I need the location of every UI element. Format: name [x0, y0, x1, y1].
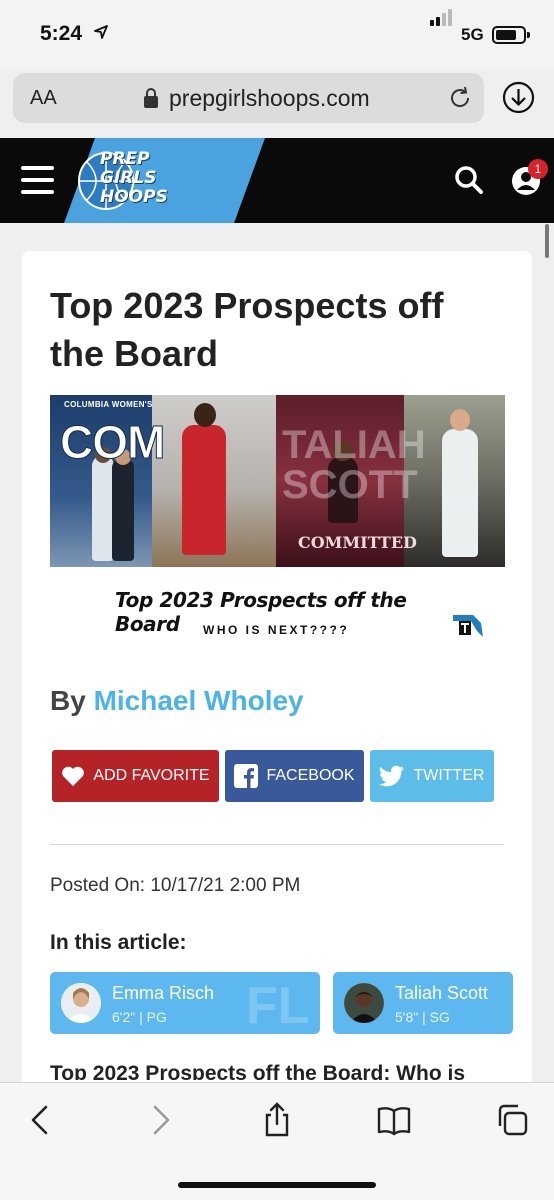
- menu-icon[interactable]: [21, 166, 54, 194]
- hero-committed-stamp: COMMITTED: [298, 533, 417, 552]
- player-card[interactable]: Taliah Scott 5'8" | SG: [333, 972, 513, 1034]
- player-name: Emma Risch: [112, 983, 215, 1003]
- in-this-article-heading: In this article:: [50, 931, 187, 954]
- player-figure: [182, 425, 226, 555]
- player-figure: [112, 457, 134, 561]
- lock-icon: [144, 88, 158, 108]
- hero-panel: [404, 395, 505, 567]
- hero-player-name: TALIAH SCOTT: [282, 423, 426, 507]
- hero-big-text: COM: [59, 416, 165, 469]
- network-type: 5G: [461, 25, 484, 44]
- logo-line: HOOPS: [100, 187, 168, 207]
- logo-line: PREP: [100, 149, 150, 169]
- clock: 5:24: [40, 22, 83, 45]
- facebook-share-button[interactable]: FACEBOOK: [225, 750, 364, 802]
- twitter-share-button[interactable]: TWITTER: [370, 750, 494, 802]
- facebook-icon: [234, 764, 259, 788]
- avatar: [61, 983, 101, 1023]
- add-favorite-label: ADD FAVORITE: [93, 767, 210, 784]
- florida-logo-icon: [453, 615, 483, 637]
- hero-image[interactable]: COLUMBIA WOMEN'S COM TALIAH SCOTT COMMIT…: [50, 395, 505, 567]
- player-meta: 6'2" | PG: [112, 1009, 167, 1025]
- facebook-label: FACEBOOK: [266, 767, 355, 784]
- player-meta: 5'8" | SG: [395, 1009, 450, 1025]
- search-icon[interactable]: [454, 165, 484, 195]
- back-icon[interactable]: [22, 1102, 58, 1138]
- url-text[interactable]: prepgirlshoops.com: [169, 85, 370, 112]
- article-title: Top 2023 Prospects off the Board: [50, 285, 444, 374]
- article-body-heading: Top 2023 Prospects off the Board: Who is: [50, 1062, 465, 1080]
- posted-date: Posted On: 10/17/21 2:00 PM: [50, 875, 301, 896]
- site-logo[interactable]: PREP GIRLS HOOPS: [100, 150, 168, 207]
- player-head: [450, 409, 470, 431]
- player-name: Taliah Scott: [395, 983, 489, 1003]
- divider: [50, 844, 504, 845]
- battery-icon: [492, 26, 530, 44]
- hero-label: COLUMBIA WOMEN'S: [64, 400, 153, 409]
- heart-icon: [62, 766, 85, 786]
- player-head: [194, 403, 216, 427]
- avatar: [344, 983, 384, 1023]
- home-indicator[interactable]: [178, 1182, 376, 1188]
- share-icon[interactable]: [259, 1102, 295, 1138]
- logo-line: GIRLS: [100, 168, 157, 188]
- hero-panel: [152, 395, 276, 567]
- text-size-button[interactable]: AA: [30, 87, 57, 110]
- forward-icon[interactable]: [143, 1102, 179, 1138]
- bookmarks-icon[interactable]: [376, 1102, 412, 1138]
- promo-subtitle: WHO IS NEXT????: [203, 623, 350, 637]
- player-card[interactable]: FL Emma Risch 6'2" | PG: [50, 972, 320, 1034]
- notification-badge[interactable]: 1: [528, 159, 548, 179]
- add-favorite-button[interactable]: ADD FAVORITE: [52, 750, 219, 802]
- twitter-icon: [379, 765, 405, 787]
- player-state: FL: [246, 977, 310, 1034]
- scrollbar[interactable]: [545, 224, 549, 258]
- address-bar[interactable]: AA prepgirlshoops.com: [13, 73, 484, 123]
- player-figure: [92, 455, 114, 561]
- tabs-icon[interactable]: [494, 1102, 530, 1138]
- player-figure: [442, 429, 478, 557]
- download-icon[interactable]: [502, 81, 535, 114]
- twitter-label: TWITTER: [413, 767, 485, 784]
- byline-prefix: By: [50, 685, 86, 716]
- author-link[interactable]: Michael Wholey: [94, 685, 304, 716]
- reload-icon[interactable]: [447, 85, 473, 111]
- status-bar: 5:24 5G: [0, 0, 554, 68]
- byline: By Michael Wholey: [50, 685, 304, 717]
- location-arrow-icon: [94, 25, 108, 39]
